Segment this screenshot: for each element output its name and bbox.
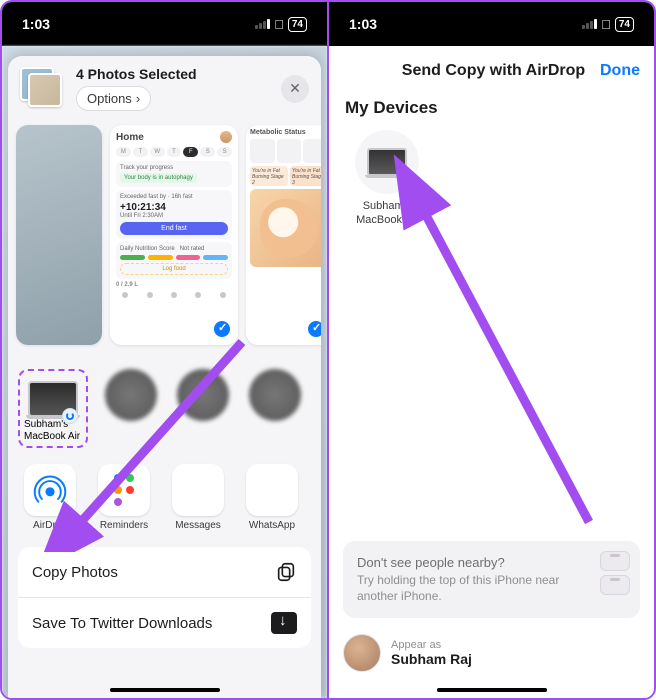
battery-icon: 74	[615, 17, 634, 32]
cell-signal-icon	[582, 19, 597, 29]
chevron-right-icon: ›	[136, 91, 140, 106]
whatsapp-icon	[246, 464, 298, 516]
share-sheet-screen: 1:03 􀙇 74 4 Photos Selected Options ›	[2, 2, 327, 698]
photo-thumbnail[interactable]: Home MTWTFSS Track your progress Your bo…	[110, 125, 238, 345]
airdrop-device[interactable]: Subham's MacBook Air	[345, 130, 429, 228]
contact-suggestion[interactable]	[246, 369, 304, 425]
home-indicator[interactable]	[110, 688, 220, 692]
home-indicator[interactable]	[437, 688, 547, 692]
action-copy-photos[interactable]: Copy Photos	[18, 547, 311, 598]
wifi-icon: 􀙇	[601, 17, 611, 32]
share-apps-row: AirDrop Reminders Messages WhatsApp	[8, 458, 321, 541]
nearby-tip-card[interactable]: Don't see people nearby? Try holding the…	[343, 541, 640, 618]
airdrop-icon	[24, 464, 76, 516]
done-button[interactable]: Done	[600, 62, 640, 80]
wifi-icon: 􀙇	[274, 17, 284, 32]
airdrop-device-target[interactable]: Subham's MacBook Air	[18, 369, 88, 448]
close-icon: ✕	[289, 80, 301, 97]
cell-signal-icon	[255, 19, 270, 29]
status-bar: 1:03 􀙇 74	[2, 2, 327, 46]
macbook-icon	[367, 148, 407, 176]
photo-thumbnail[interactable]: Metabolic Status You're in Fat Burning S…	[246, 125, 321, 345]
contact-suggestion[interactable]	[174, 369, 232, 425]
app-reminders[interactable]: Reminders	[96, 464, 152, 531]
selected-check-icon	[212, 319, 232, 339]
messages-icon	[172, 464, 224, 516]
selection-thumbnails[interactable]	[20, 67, 68, 111]
photo-preview-row[interactable]: Home MTWTFSS Track your progress Your bo…	[8, 121, 321, 353]
contact-suggestion[interactable]	[102, 369, 160, 425]
airdrop-screen: 1:03 􀙇 74 Send Copy with AirDrop Done My…	[327, 2, 654, 698]
user-avatar	[343, 634, 381, 672]
selected-check-icon	[306, 319, 321, 339]
action-save-twitter-downloads[interactable]: Save To Twitter Downloads	[18, 598, 311, 648]
status-time: 1:03	[349, 16, 377, 32]
share-sheet: 4 Photos Selected Options › ✕ Home MTWTF…	[8, 56, 321, 698]
copy-icon	[275, 561, 297, 583]
avatar-icon	[220, 131, 232, 143]
options-button[interactable]: Options ›	[76, 86, 151, 111]
status-time: 1:03	[22, 16, 50, 32]
airdrop-badge-icon	[62, 408, 78, 424]
battery-icon: 74	[288, 17, 307, 32]
status-bar: 1:03 􀙇 74	[329, 2, 654, 46]
download-icon	[271, 612, 297, 634]
photo-thumbnail[interactable]	[16, 125, 102, 345]
airdrop-contacts-row: Subham's MacBook Air	[8, 353, 321, 458]
iphone-proximity-icon	[600, 551, 630, 599]
reminders-icon	[98, 464, 150, 516]
airdrop-title: Send Copy with AirDrop	[387, 62, 600, 80]
section-my-devices: My Devices	[345, 98, 638, 118]
close-button[interactable]: ✕	[281, 75, 309, 103]
share-actions-list: Copy Photos Save To Twitter Downloads	[18, 547, 311, 648]
app-whatsapp[interactable]: WhatsApp	[244, 464, 300, 531]
app-messages[interactable]: Messages	[170, 464, 226, 531]
app-airdrop[interactable]: AirDrop	[22, 464, 78, 531]
airdrop-header: Send Copy with AirDrop Done	[329, 46, 654, 90]
appear-as-row[interactable]: Appear as Subham Raj	[343, 634, 640, 672]
share-title: 4 Photos Selected	[76, 66, 197, 82]
